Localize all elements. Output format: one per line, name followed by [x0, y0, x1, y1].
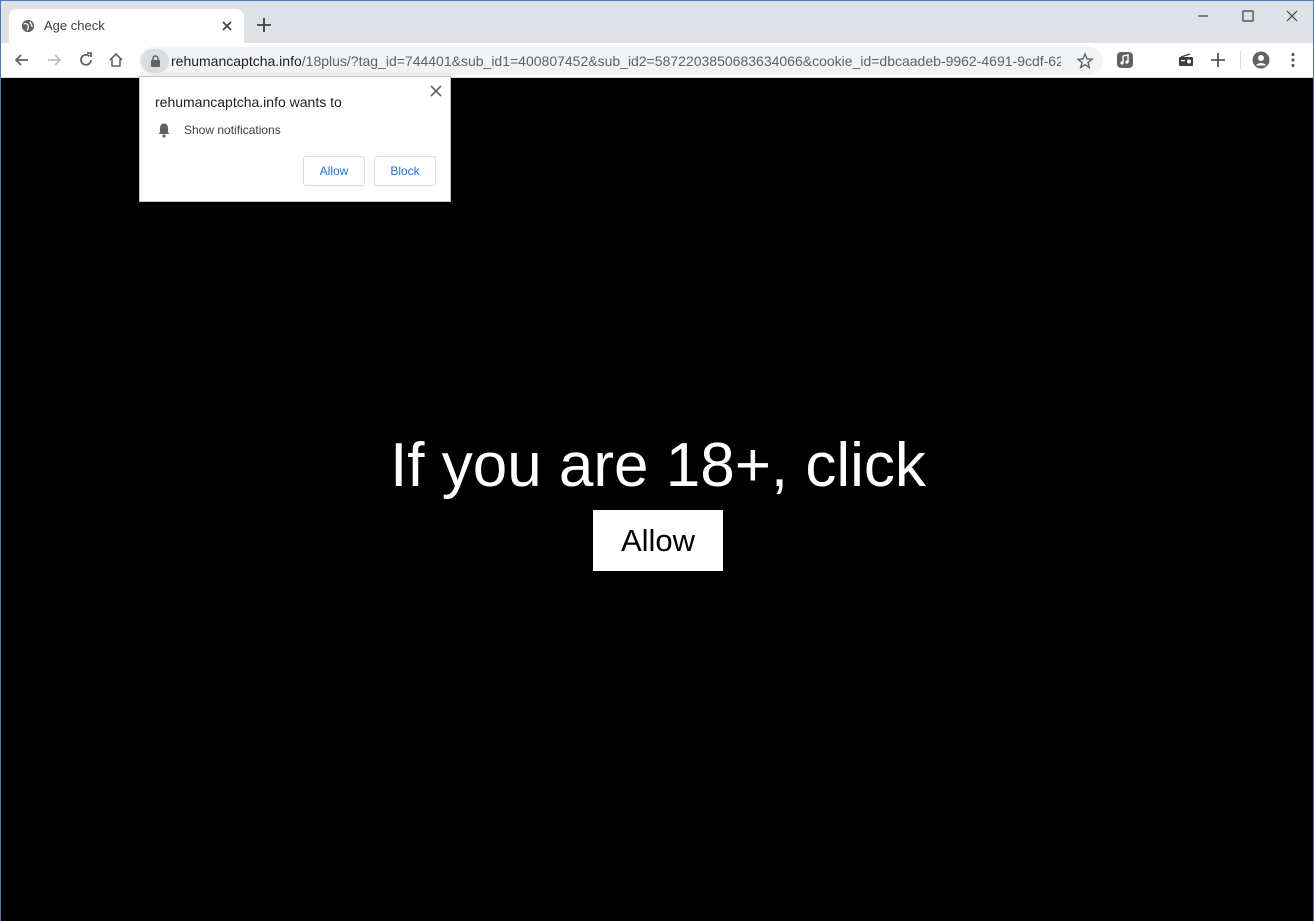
minimize-icon[interactable] — [1192, 7, 1214, 25]
forward-icon[interactable] — [45, 51, 63, 69]
menu-kebab-icon[interactable] — [1284, 51, 1302, 69]
tab-age-check[interactable]: Age check — [9, 9, 244, 43]
globe-icon — [21, 19, 35, 33]
notification-permission-popup: rehumancaptcha.info wants to Show notifi… — [139, 76, 451, 202]
age-check-headline: If you are 18+, click — [390, 431, 926, 500]
new-tab-icon[interactable] — [255, 16, 273, 34]
popup-allow-button[interactable]: Allow — [303, 156, 365, 186]
home-icon[interactable] — [107, 51, 125, 69]
close-window-icon[interactable] — [1281, 7, 1303, 25]
reload-icon[interactable] — [77, 51, 95, 69]
back-icon[interactable] — [13, 51, 31, 69]
profile-avatar-icon[interactable] — [1252, 51, 1270, 69]
tab-strip: Age check — [1, 1, 1313, 43]
toolbar-divider — [1240, 51, 1241, 69]
site-info-button[interactable] — [141, 49, 169, 73]
page-content: If you are 18+, click Allow — [1, 78, 1313, 921]
add-icon[interactable] — [1209, 51, 1227, 69]
popup-title: rehumancaptcha.info wants to — [155, 94, 342, 110]
media-extension-icon[interactable] — [1116, 51, 1134, 69]
tab-title: Age check — [44, 18, 105, 33]
toolbar: rehumancaptcha.info/18plus/?tag_id=74440… — [1, 43, 1313, 78]
url-host: rehumancaptcha.info — [171, 53, 302, 69]
maximize-icon[interactable] — [1237, 7, 1259, 25]
close-tab-icon[interactable] — [219, 18, 235, 34]
page-allow-button[interactable]: Allow — [593, 510, 723, 571]
bookmark-star-icon[interactable] — [1076, 52, 1094, 70]
cast-media-icon[interactable] — [1177, 51, 1195, 69]
popup-block-button[interactable]: Block — [374, 156, 436, 186]
popup-close-icon[interactable] — [429, 84, 443, 98]
browser-window: Age check rehumancaptcha.info/18plus/?ta… — [0, 0, 1314, 921]
url-path: /18plus/?tag_id=744401&sub_id1=400807452… — [301, 53, 1061, 69]
permission-label: Show notifications — [184, 123, 281, 137]
lock-icon — [151, 55, 160, 67]
url-text: rehumancaptcha.info/18plus/?tag_id=74440… — [171, 53, 1061, 69]
address-bar[interactable]: rehumancaptcha.info/18plus/?tag_id=74440… — [139, 47, 1103, 75]
bell-icon — [158, 123, 170, 138]
